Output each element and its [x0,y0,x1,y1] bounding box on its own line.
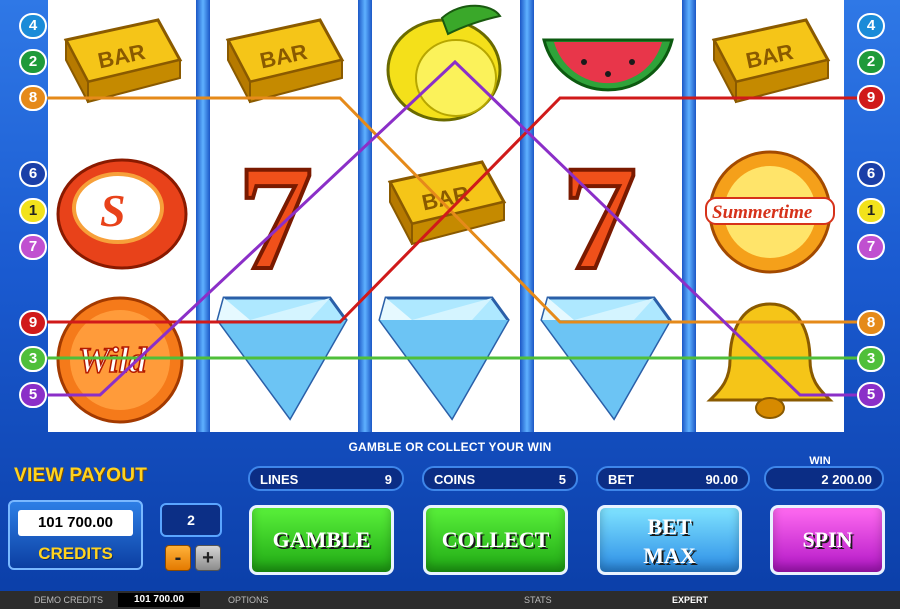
bet-label: BET [608,472,634,487]
lines-display[interactable]: LINES 9 [248,466,404,491]
payline-badge-right-1[interactable]: 1 [857,198,885,224]
bet-max-button[interactable]: BET MAX [597,505,742,575]
payline-badge-left-2[interactable]: 2 [19,49,47,75]
coin-minus-button[interactable]: - [165,545,191,571]
bar-symbol: BAR [225,18,345,104]
demo-credits-value: 101 700.00 [118,593,200,607]
summertime-text: Summertime [712,202,813,223]
reel-1: BAR S Wild [48,0,196,432]
coins-display[interactable]: COINS 5 [422,466,578,491]
payline-badge-left-4[interactable]: 4 [19,13,47,39]
game-message: GAMBLE OR COLLECT YOUR WIN [348,440,552,454]
gamble-button[interactable]: GAMBLE [249,505,394,575]
reel-area: BAR S Wild BAR 7 BAR 7 BAR Summertime [48,0,852,432]
bell-symbol [706,302,834,419]
payline-badge-left-1[interactable]: 1 [19,198,47,224]
bet-max-label-line1: BET [647,514,692,539]
payline-badge-right-9[interactable]: 9 [857,85,885,111]
reel-divider [682,0,696,432]
lemon-symbol [386,4,502,122]
demo-credits-label: DEMO CREDITS [34,595,104,605]
slot-game: BAR S Wild BAR 7 BAR 7 BAR Summertime 4 … [0,0,900,609]
payline-badge-right-2[interactable]: 2 [857,49,885,75]
bet-value: 90.00 [705,472,738,487]
payline-badge-right-3[interactable]: 3 [857,346,885,372]
collect-label: COLLECT [441,527,550,552]
seven-text: 7 [562,142,637,282]
orange-s-chip-symbol: S [56,158,188,270]
credits-label: CREDITS [38,544,113,563]
seven-text: 7 [238,142,313,282]
reel-5: BAR Summertime [696,0,844,432]
payline-badge-left-9[interactable]: 9 [19,310,47,336]
payline-badge-left-6[interactable]: 6 [19,161,47,187]
payline-badge-left-8[interactable]: 8 [19,85,47,111]
summertime-symbol: Summertime [705,150,835,274]
bar-symbol: BAR [63,18,183,104]
credits-value: 101 700.00 [18,510,133,536]
coins-label: COINS [434,472,476,487]
diamond-symbol [216,296,348,421]
watermelon-symbol [542,38,674,92]
svg-text:S: S [100,185,126,236]
spin-label: SPIN [802,527,853,552]
reel-divider [196,0,210,432]
stats-menu[interactable]: STATS [524,595,552,605]
payline-badge-left-5[interactable]: 5 [19,382,47,408]
coin-value-display: 2 [160,503,222,537]
status-bar: DEMO CREDITS 101 700.00 OPTIONS STATS EX… [0,591,900,609]
reel-3: BAR [372,0,520,432]
seven-symbol: 7 [236,142,315,282]
wild-symbol: Wild [56,296,184,424]
coins-value: 5 [558,472,566,487]
options-menu[interactable]: OPTIONS [228,595,269,605]
seven-symbol: 7 [560,142,639,282]
gamble-label: GAMBLE [272,527,371,552]
bar-symbol: BAR [387,160,507,246]
diamond-symbol [378,296,510,421]
bar-symbol: BAR [711,18,831,104]
reel-divider [358,0,372,432]
collect-button[interactable]: COLLECT [423,505,568,575]
spin-button[interactable]: SPIN [770,505,885,575]
reel-2: BAR 7 [210,0,358,432]
win-value: 2 200.00 [821,472,872,487]
win-display: 2 200.00 [764,466,884,491]
wild-text: Wild [78,340,148,380]
payline-badge-right-6[interactable]: 6 [857,161,885,187]
bet-max-label-line2: MAX [643,543,696,568]
lines-label: LINES [260,472,299,487]
coin-plus-button[interactable]: + [195,545,221,571]
view-payout-link[interactable]: VIEW PAYOUT [14,465,147,487]
payline-badge-left-3[interactable]: 3 [19,346,47,372]
diamond-symbol [540,296,672,421]
payline-badge-right-4[interactable]: 4 [857,13,885,39]
bet-display: BET 90.00 [596,466,750,491]
credits-panel: 101 700.00 CREDITS [8,500,143,570]
payline-badge-left-7[interactable]: 7 [19,234,47,260]
payline-badge-right-5[interactable]: 5 [857,382,885,408]
payline-badge-right-8[interactable]: 8 [857,310,885,336]
lines-value: 9 [384,472,392,487]
payline-badge-right-7[interactable]: 7 [857,234,885,260]
reel-4: 7 [534,0,682,432]
expert-menu[interactable]: EXPERT [672,595,708,605]
reel-divider [520,0,534,432]
